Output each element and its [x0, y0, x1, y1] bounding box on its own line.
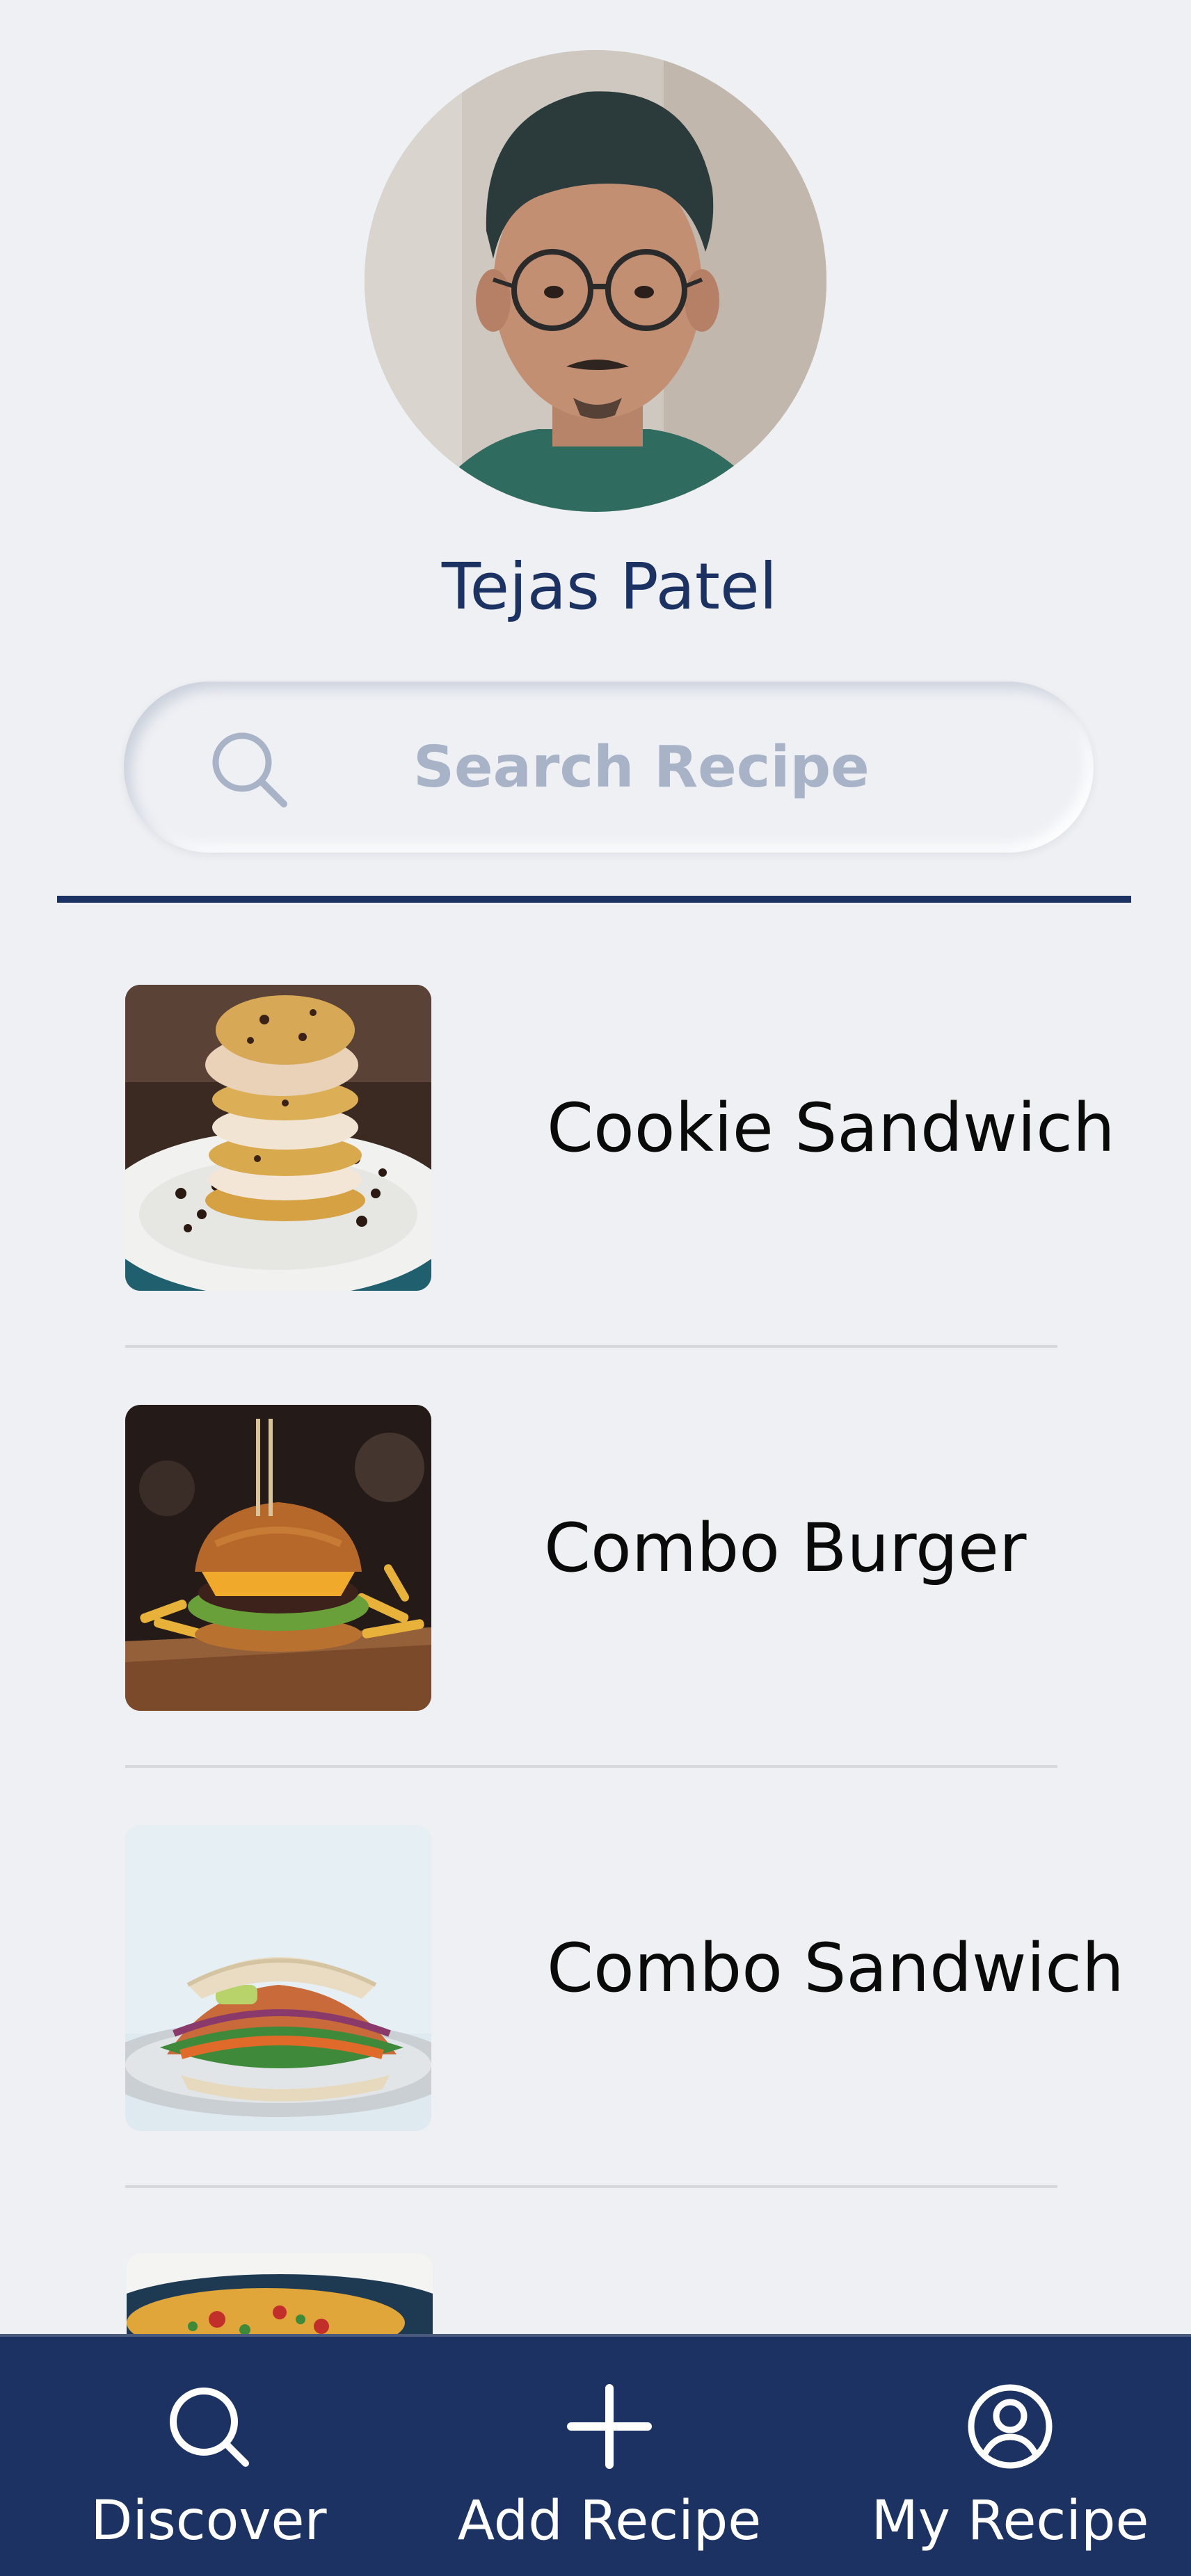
cookie-sandwich-photo	[125, 985, 431, 1291]
nav-label-my-recipe: My Recipe	[871, 2490, 1149, 2552]
user-circle-icon	[968, 2384, 1053, 2469]
recipe-title[interactable]: Combo Burger	[544, 1509, 1026, 1587]
recipe-title[interactable]: Cookie Sandwich	[547, 1089, 1115, 1167]
combo-burger-thumbnail[interactable]	[125, 1405, 431, 1711]
recipe-item-cookie-sandwich[interactable]: Cookie Sandwich	[0, 985, 1191, 1291]
recipe-profile-screen: Tejas Patel Search Recipe Cookie Sandwic…	[0, 0, 1191, 2576]
bottom-navigation: Discover Add Recipe My Recipe	[0, 2334, 1191, 2576]
nav-add-recipe[interactable]: Add Recipe	[456, 2337, 762, 2576]
nav-my-recipe[interactable]: My Recipe	[871, 2337, 1149, 2576]
nav-label-add-recipe: Add Recipe	[457, 2490, 762, 2552]
plus-icon	[567, 2384, 652, 2469]
profile-name: Tejas Patel	[441, 549, 778, 624]
search-icon	[212, 732, 287, 807]
section-divider	[57, 896, 1131, 903]
combo-sandwich-photo	[125, 1825, 431, 2131]
list-divider	[125, 1765, 1057, 1768]
search-icon	[170, 2388, 249, 2467]
avatar[interactable]	[365, 50, 826, 512]
combo-burger-photo	[125, 1405, 431, 1711]
list-divider	[125, 2185, 1057, 2188]
recipe-item-combo-burger[interactable]: Combo Burger	[0, 1405, 1191, 1711]
recipe-title[interactable]: Combo Sandwich	[547, 1929, 1124, 2007]
avatar-photo	[365, 50, 826, 512]
combo-sandwich-thumbnail[interactable]	[125, 1825, 431, 2131]
list-divider	[125, 1345, 1057, 1348]
nav-label-discover: Discover	[90, 2490, 327, 2552]
recipe-item-combo-sandwich[interactable]: Combo Sandwich	[0, 1825, 1191, 2131]
search-placeholder[interactable]: Search Recipe	[413, 734, 870, 800]
nav-discover[interactable]: Discover	[83, 2337, 334, 2576]
cookie-sandwich-thumbnail[interactable]	[125, 985, 431, 1291]
